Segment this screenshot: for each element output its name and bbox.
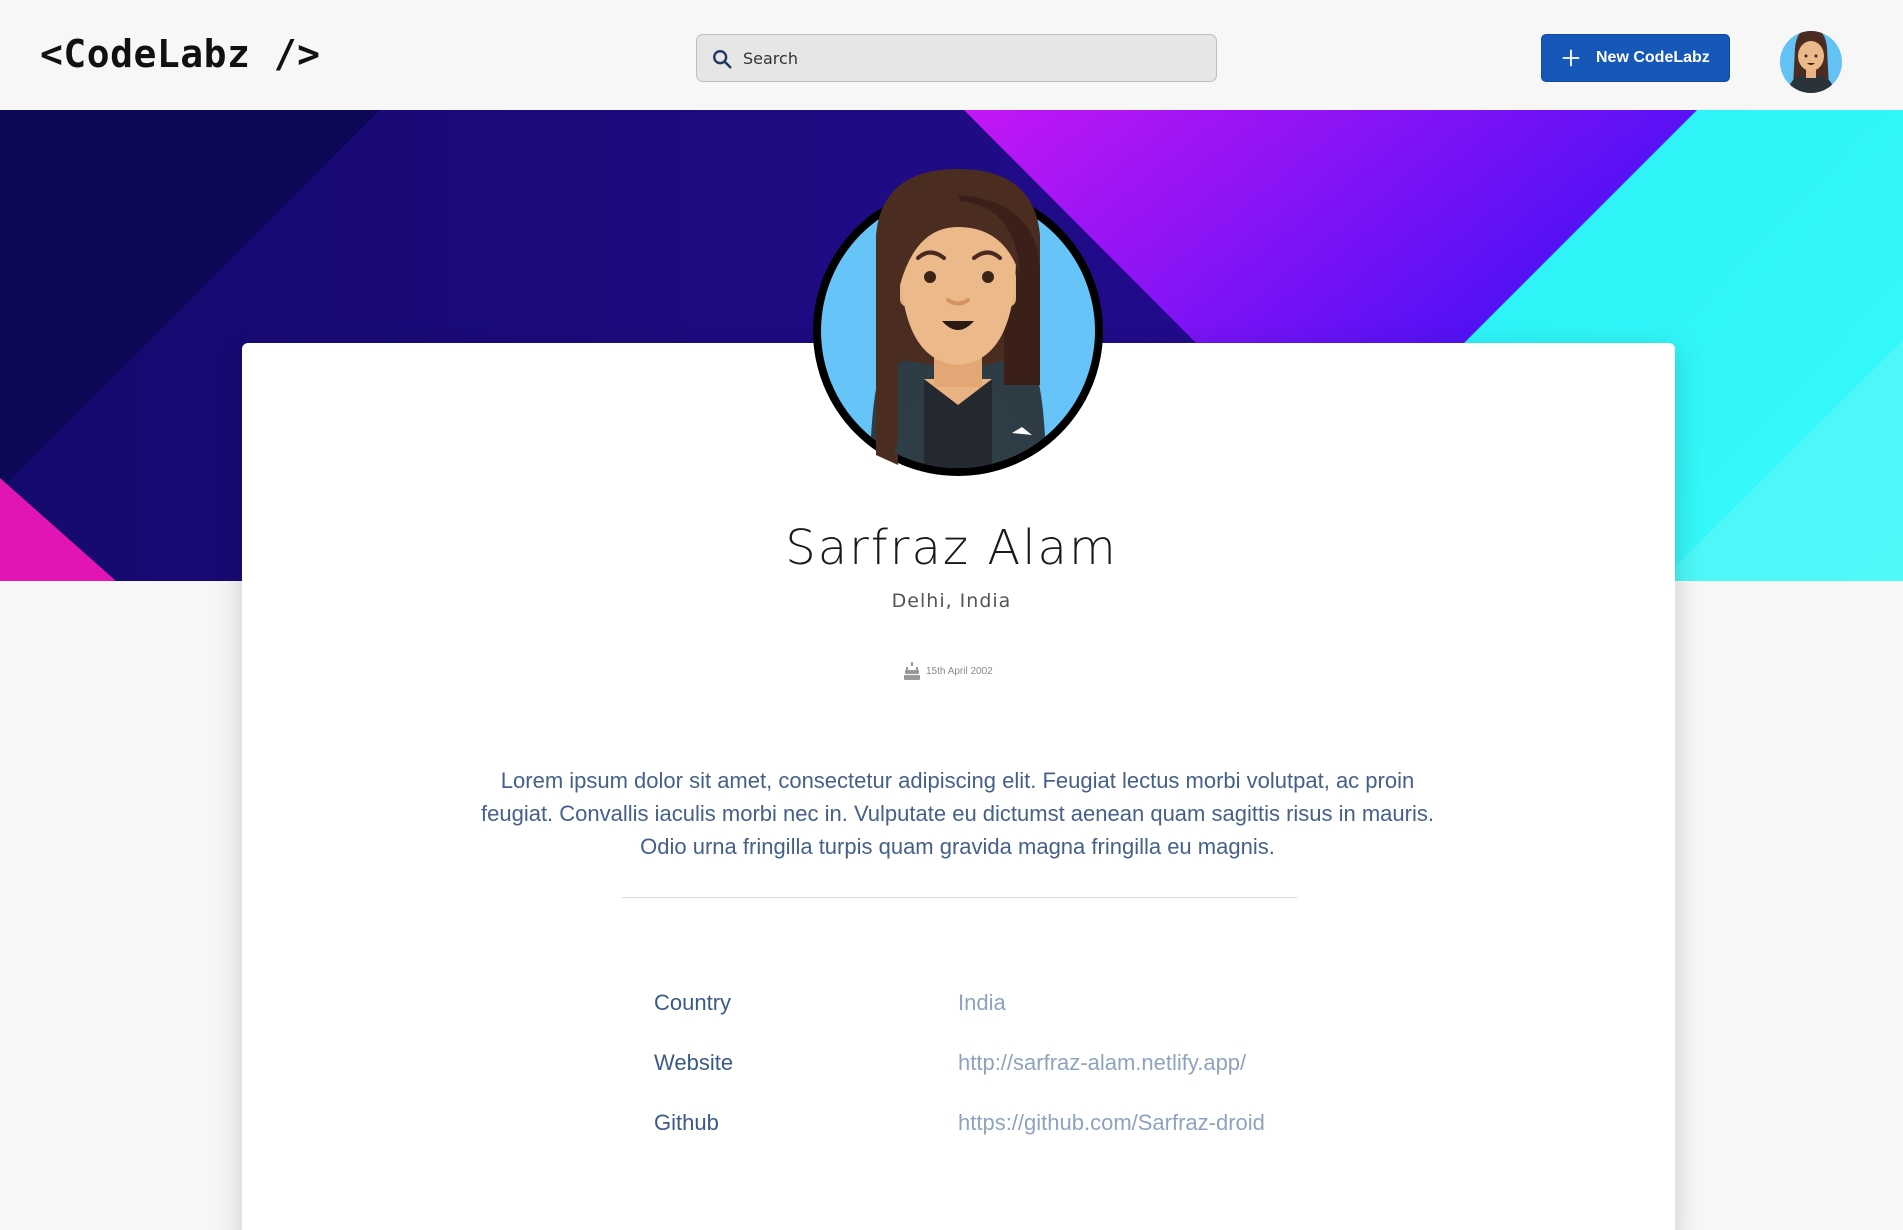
cake-icon [904, 662, 920, 680]
website-link[interactable]: http://sarfraz-alam.netlify.app/ [958, 1050, 1246, 1076]
detail-label: Github [654, 1110, 719, 1135]
detail-value: India [958, 990, 1006, 1015]
user-avatar[interactable] [1779, 26, 1843, 94]
detail-label: Country [654, 990, 732, 1015]
detail-label: Website [654, 1050, 734, 1075]
new-codelabz-button[interactable]: New CodeLabz [1541, 34, 1730, 82]
search-icon [713, 50, 732, 69]
new-codelabz-label: New CodeLabz [1596, 49, 1710, 66]
github-link[interactable]: https://github.com/Sarfraz-droid [958, 1110, 1265, 1136]
search-bar[interactable] [696, 34, 1217, 82]
top-navbar: <CodeLabz /> New CodeLabz [0, 0, 1903, 110]
plus-icon [1562, 49, 1580, 67]
dob-text: 15th April 2002 [926, 665, 993, 677]
app-logo[interactable]: <CodeLabz /> [40, 32, 321, 76]
profile-avatar [813, 169, 1103, 476]
profile-bio: Lorem ipsum dolor sit amet, consectetur … [481, 768, 1434, 859]
date-of-birth: 15th April 2002 [903, 660, 993, 682]
profile-name: Sarfraz Alam [785, 520, 1118, 576]
profile-location: Delhi, India [891, 590, 1012, 612]
section-divider [622, 897, 1297, 898]
search-input[interactable] [743, 35, 1203, 81]
